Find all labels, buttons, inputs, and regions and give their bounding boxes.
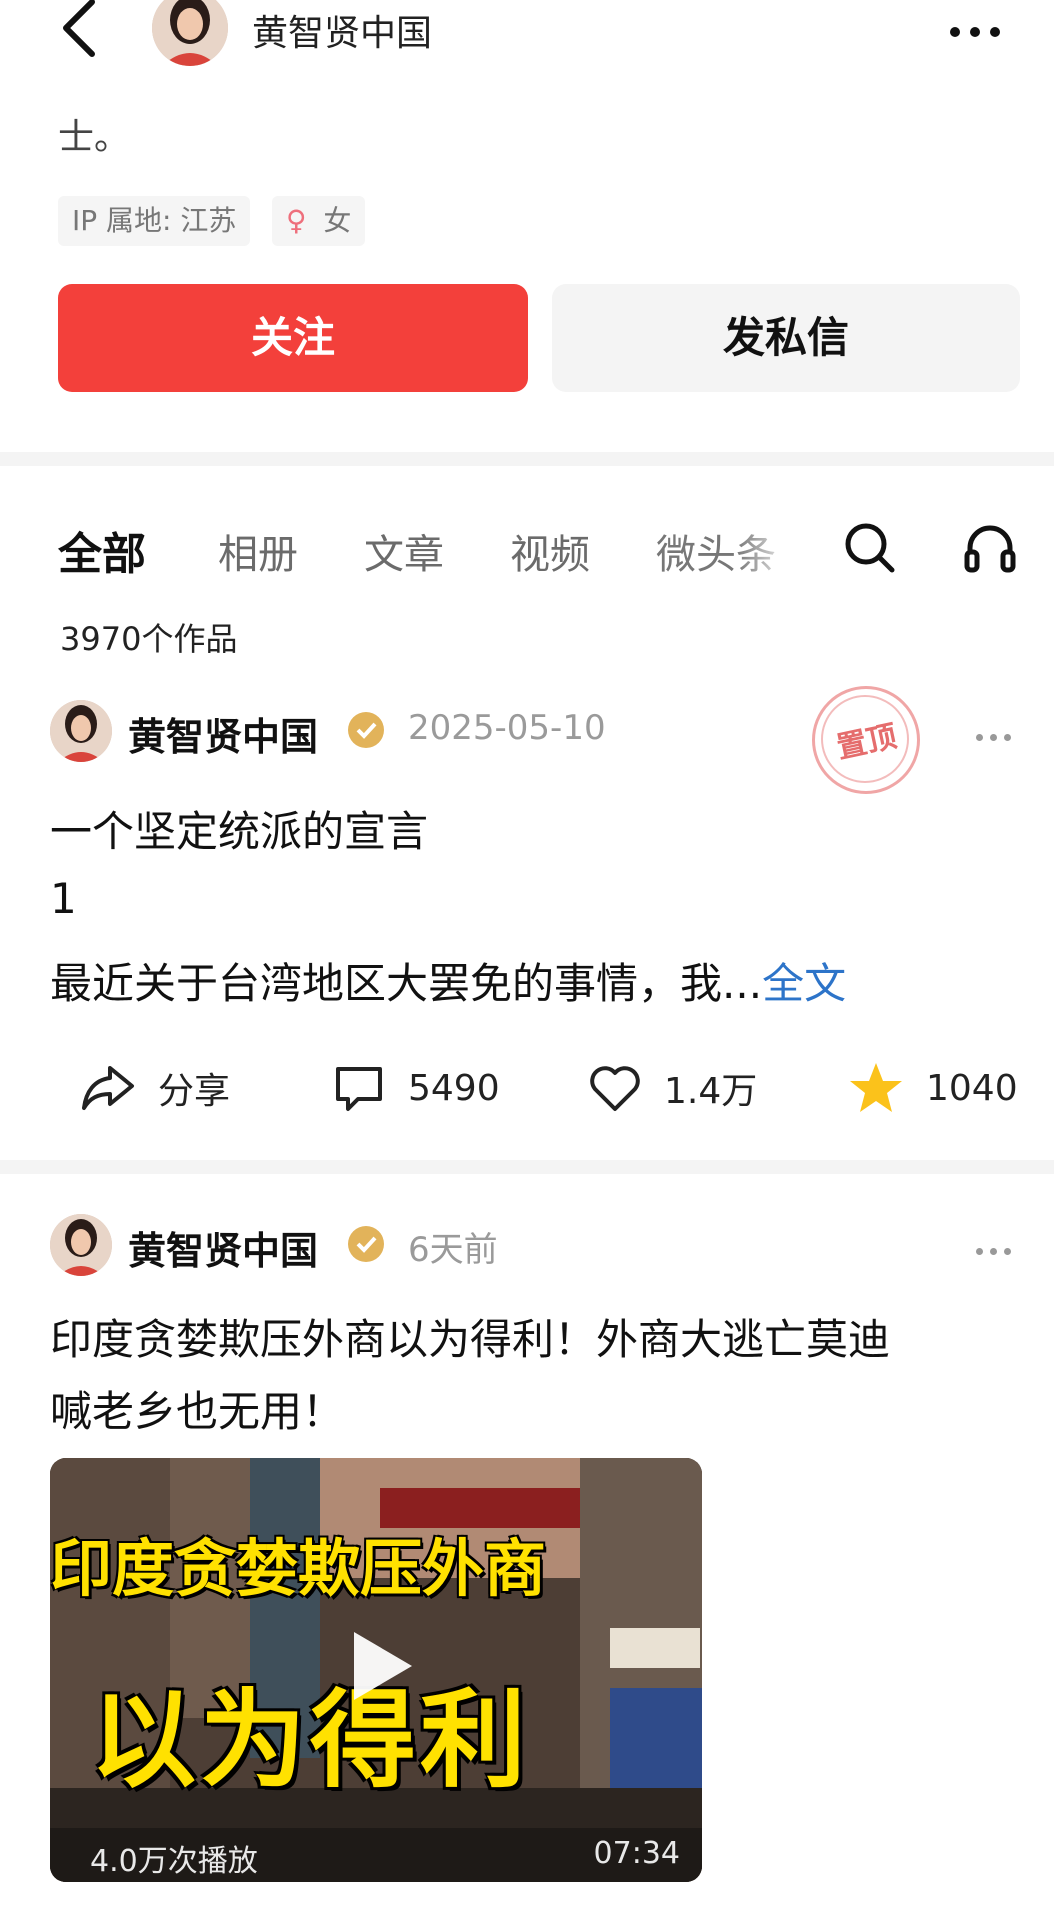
post-title-line2[interactable]: 喊老乡也无用！	[50, 1378, 344, 1439]
verified-badge-icon	[348, 712, 384, 748]
post-time: 2025-05-10	[408, 708, 606, 748]
comment-count: 5490	[408, 1067, 500, 1109]
header-avatar[interactable]	[152, 0, 228, 66]
works-count: 3970个作品	[60, 620, 238, 658]
video-caption-line2: 以为得利	[90, 1679, 530, 1802]
follow-button[interactable]: 关注	[58, 284, 528, 392]
like-button[interactable]: 1.4万	[588, 1058, 757, 1118]
post-author-name[interactable]: 黄智贤中国	[128, 706, 318, 761]
video-thumbnail[interactable]: 印度贪婪欺压外商 以为得利 4.0万次播放 07:34	[50, 1458, 702, 1882]
search-icon	[845, 523, 895, 573]
tab-all[interactable]: 全部	[58, 518, 146, 582]
post-divider	[0, 1160, 1054, 1174]
play-icon	[354, 1632, 412, 1700]
ip-location-tag: IP 属地: 江苏	[58, 196, 251, 246]
read-full-link[interactable]: 全文	[762, 959, 846, 1008]
tab-albums[interactable]: 相册	[218, 522, 298, 580]
headphones-icon	[964, 525, 1016, 573]
play-button[interactable]	[340, 1626, 420, 1706]
video-duration: 07:34	[593, 1836, 680, 1871]
heart-icon	[590, 1066, 640, 1111]
star-icon	[850, 1063, 902, 1112]
send-message-button[interactable]: 发私信	[552, 284, 1020, 392]
more-horizontal-icon	[976, 726, 1018, 745]
post-text-line: 1	[50, 874, 77, 923]
video-view-count: 4.0万次播放	[90, 1844, 258, 1879]
post-author-name[interactable]: 黄智贤中国	[128, 1220, 318, 1275]
post-excerpt: 最近关于台湾地区大罢免的事情，我...全文	[50, 950, 846, 1011]
section-divider	[0, 452, 1054, 466]
more-button[interactable]	[950, 22, 1020, 37]
comment-icon	[336, 1067, 382, 1111]
gender-label: 女	[323, 204, 352, 237]
post-time: 6天前	[408, 1230, 498, 1270]
share-label: 分享	[158, 1071, 231, 1112]
favorite-button[interactable]: 1040	[848, 1058, 1018, 1118]
favorite-count: 1040	[926, 1067, 1018, 1109]
video-caption-line1: 印度贪婪欺压外商	[50, 1532, 547, 1605]
like-count: 1.4万	[664, 1071, 758, 1112]
search-button[interactable]	[842, 520, 898, 580]
gender-tag: ♀ 女	[272, 196, 366, 246]
profile-bio: 士。	[58, 117, 131, 158]
verified-badge-icon	[348, 1226, 384, 1262]
share-icon	[82, 1066, 134, 1110]
more-horizontal-icon	[950, 22, 1010, 41]
post-title-line1[interactable]: 印度贪婪欺压外商以为得利！外商大逃亡莫迪	[50, 1306, 890, 1367]
back-button[interactable]	[52, 0, 112, 66]
post-excerpt-text: 最近关于台湾地区大罢免的事情，我...	[50, 959, 763, 1008]
comment-button[interactable]: 5490	[332, 1058, 500, 1118]
header-title: 黄智贤中国	[252, 13, 433, 54]
post-more-button[interactable]	[976, 1240, 1020, 1255]
tabs-fade	[736, 510, 796, 580]
tab-articles[interactable]: 文章	[364, 522, 444, 580]
post-author-avatar[interactable]	[50, 1214, 112, 1276]
post-title[interactable]: 一个坚定统派的宣言	[50, 798, 428, 859]
post-more-button[interactable]	[976, 726, 1020, 741]
female-icon: ♀	[286, 204, 307, 237]
share-button[interactable]: 分享	[80, 1058, 230, 1118]
pinned-stamp: 置顶	[812, 686, 920, 794]
more-horizontal-icon	[976, 1240, 1018, 1259]
chevron-left-icon	[63, 0, 95, 57]
audio-button[interactable]	[962, 520, 1018, 580]
post-author-avatar[interactable]	[50, 700, 112, 762]
tab-videos[interactable]: 视频	[510, 522, 590, 580]
